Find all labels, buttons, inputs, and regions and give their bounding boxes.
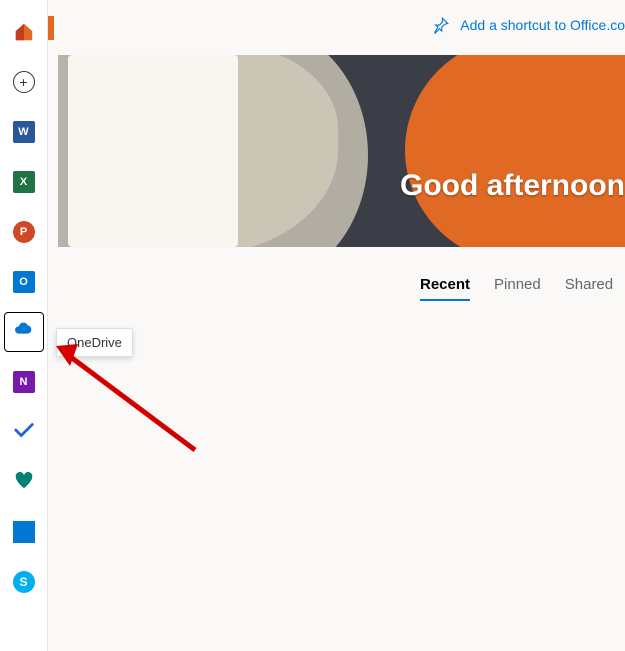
powerpoint-icon: P (13, 221, 35, 243)
onedrive-tooltip: OneDrive (56, 328, 133, 357)
sidebar-item-todo[interactable] (4, 412, 44, 452)
sidebar-item-outlook[interactable]: O (4, 262, 44, 302)
todo-icon (13, 419, 35, 446)
hero-banner: Good afternoon (58, 55, 625, 247)
heart-icon (13, 469, 35, 496)
hero-art (58, 55, 625, 247)
document-tabs: Recent Pinned Shared (420, 276, 613, 301)
sidebar-item-calendar[interactable] (4, 512, 44, 552)
tab-pinned[interactable]: Pinned (494, 276, 541, 301)
sidebar-item-home[interactable] (4, 12, 44, 52)
outlook-icon: O (13, 271, 35, 293)
sidebar-item-word[interactable]: W (4, 112, 44, 152)
sidebar-item-excel[interactable]: X (4, 162, 44, 202)
sidebar-item-create[interactable]: + (4, 62, 44, 102)
word-icon: W (13, 121, 35, 143)
sidebar-item-family[interactable] (4, 462, 44, 502)
sidebar-item-powerpoint[interactable]: P (4, 212, 44, 252)
tab-recent[interactable]: Recent (420, 276, 470, 301)
excel-icon: X (13, 171, 35, 193)
sidebar-item-onenote[interactable]: N (4, 362, 44, 402)
add-shortcut-link[interactable]: Add a shortcut to Office.co (432, 16, 625, 34)
calendar-icon (13, 521, 35, 543)
accent-indicator (48, 16, 54, 40)
tab-shared[interactable]: Shared (565, 276, 613, 301)
add-shortcut-label: Add a shortcut to Office.co (460, 17, 625, 33)
skype-icon: S (13, 571, 35, 593)
pin-icon (432, 16, 450, 34)
onedrive-icon (13, 319, 35, 346)
home-icon (13, 21, 35, 43)
plus-icon: + (13, 71, 35, 93)
app-sidebar: + W X P O N S (0, 0, 48, 651)
sidebar-item-onedrive[interactable] (4, 312, 44, 352)
onenote-icon: N (13, 371, 35, 393)
greeting-text: Good afternoon (400, 169, 625, 203)
sidebar-item-skype[interactable]: S (4, 562, 44, 602)
